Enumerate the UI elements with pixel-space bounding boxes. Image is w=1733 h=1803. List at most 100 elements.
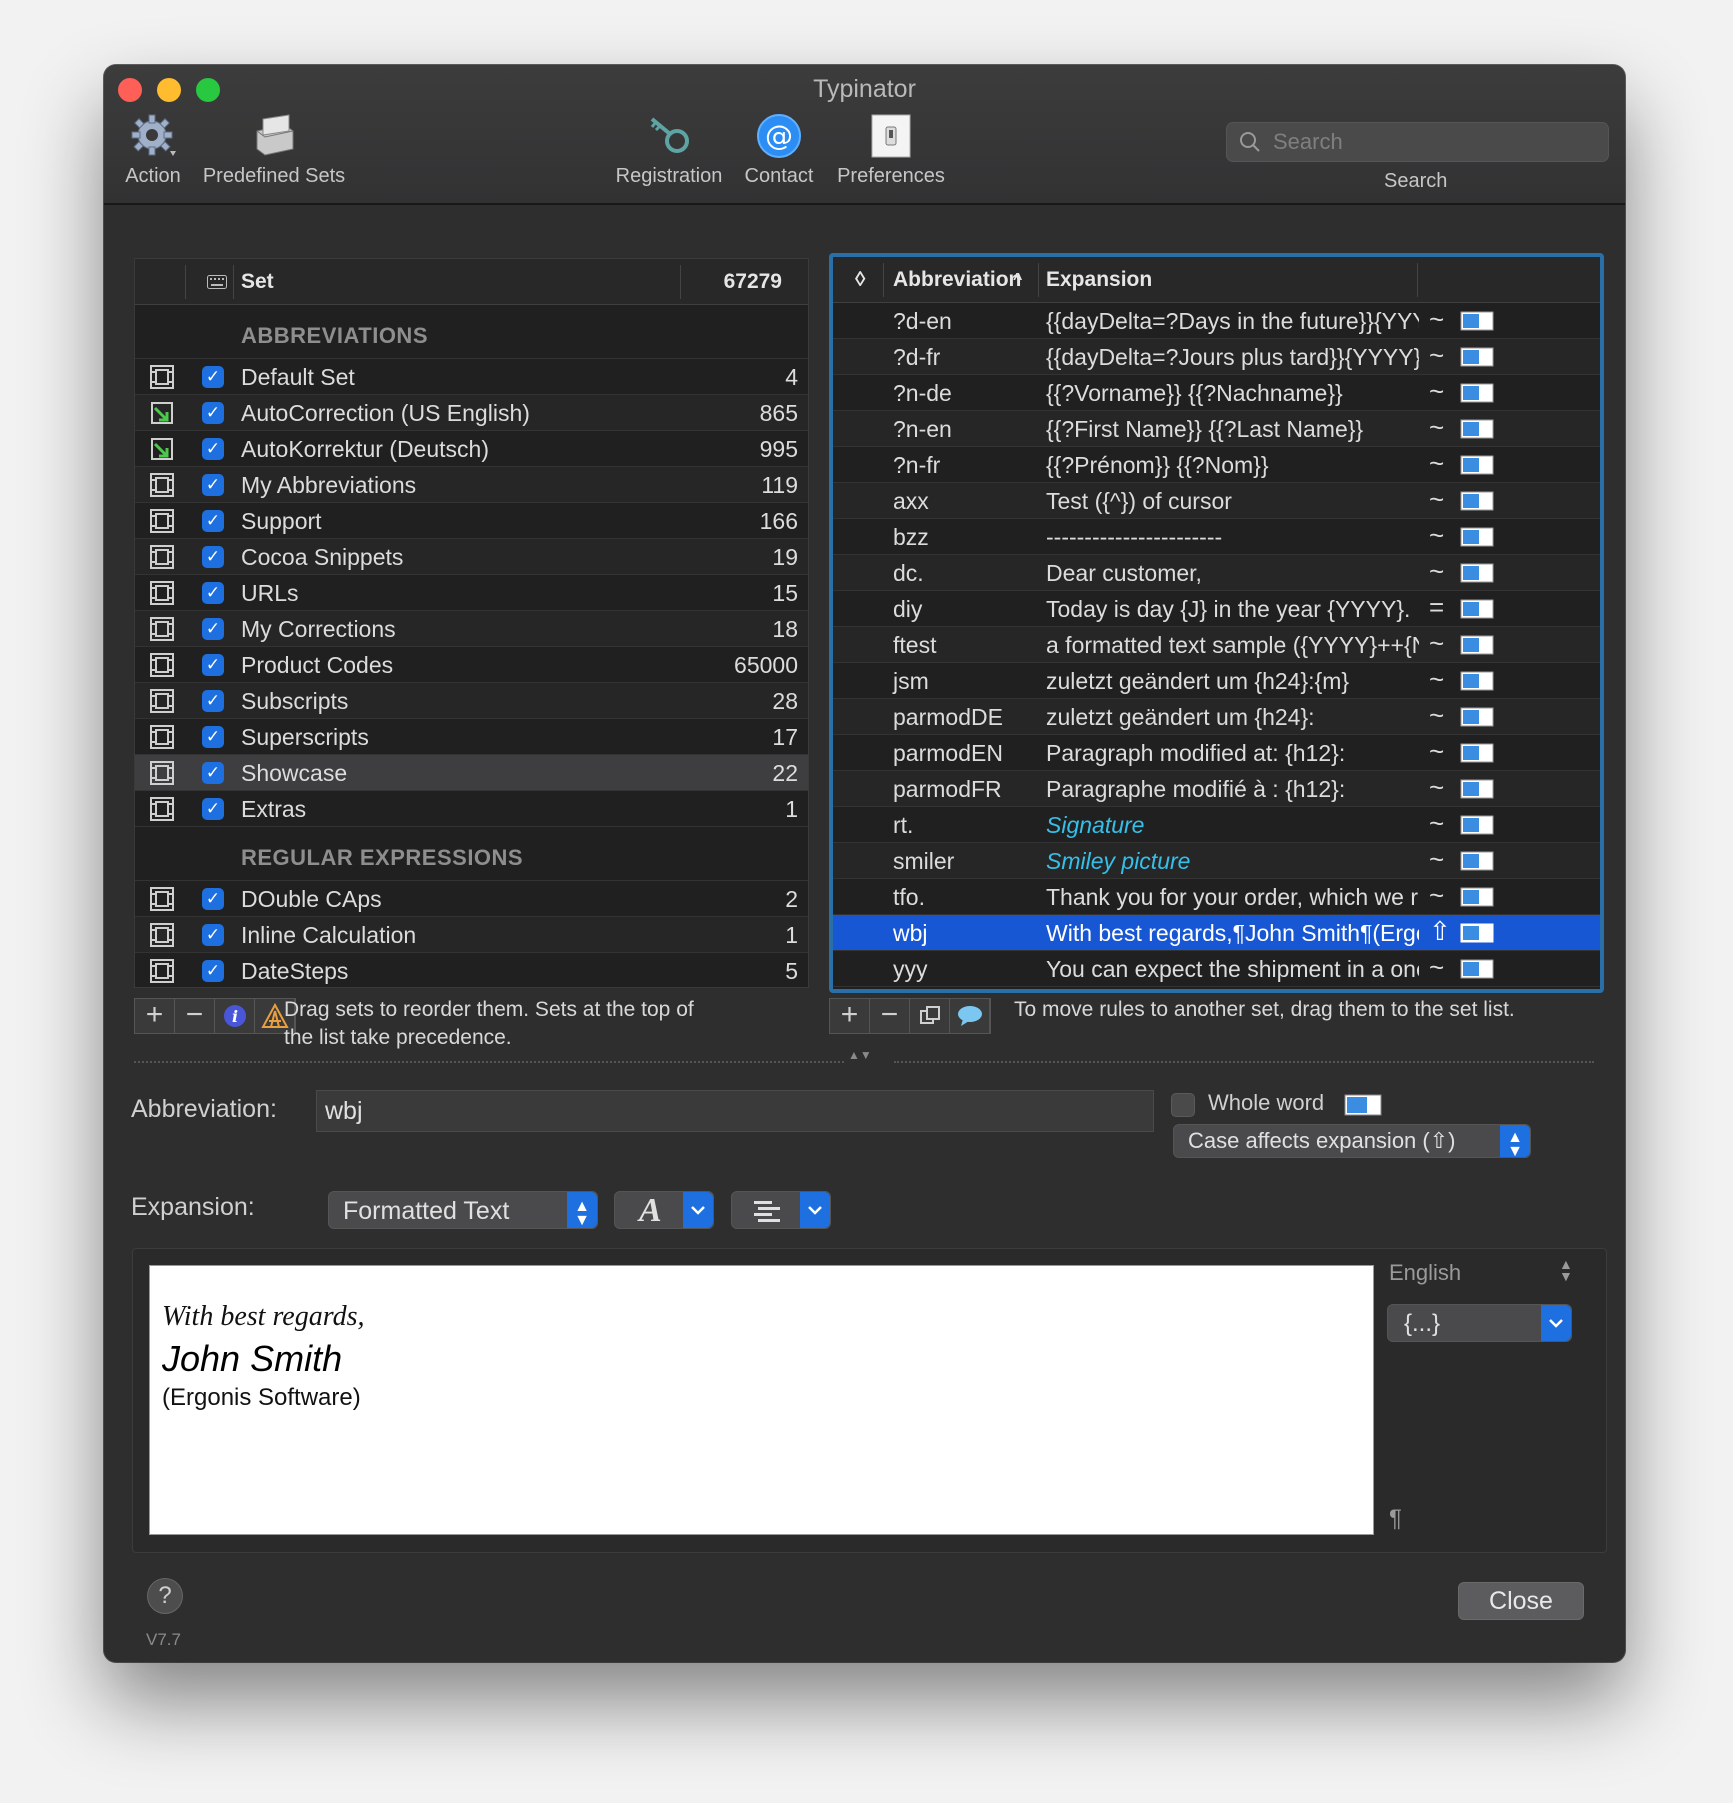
rule-row[interactable]: smiler Smiley picture ~ [833,843,1600,879]
expansion-type-popup[interactable]: Formatted Text ▲ ▼ [328,1191,598,1229]
case-mode-icon[interactable]: ~ [1429,736,1444,767]
set-enabled-checkbox[interactable]: ✓ [202,546,224,568]
whole-word-toggle-icon[interactable] [1460,779,1494,799]
whole-word-toggle-icon[interactable] [1460,923,1494,943]
set-enabled-checkbox[interactable]: ✓ [202,960,224,982]
case-mode-icon[interactable]: ~ [1429,412,1444,443]
add-rule-button[interactable]: + [830,999,870,1033]
set-enabled-checkbox[interactable]: ✓ [202,366,224,388]
whole-word-toggle-icon[interactable] [1460,419,1494,439]
case-mode-icon[interactable]: ~ [1429,484,1444,515]
expansion-editor[interactable]: With best regards, John Smith (Ergonis S… [149,1265,1374,1535]
rule-row[interactable]: tfo. Thank you for your order, which we r… [833,879,1600,915]
whole-word-toggle-icon[interactable] [1460,743,1494,763]
case-mode-icon[interactable]: ~ [1429,844,1444,875]
set-row[interactable]: ✓ Showcase 22 [135,755,808,791]
rules-list[interactable]: ◊ Abbreviation ^ Expansion ?d-en {{dayDel… [829,253,1604,993]
search-input[interactable]: Search [1226,122,1609,162]
set-enabled-checkbox[interactable]: ✓ [202,888,224,910]
alignment-popup[interactable] [731,1191,831,1229]
case-option-popup[interactable]: Case affects expansion (⇧) ▲ ▼ [1173,1124,1531,1160]
set-row[interactable]: ✓ Product Codes 65000 [135,647,808,683]
rule-row[interactable]: ?n-fr {{?Prénom}} {{?Nom}} ~ [833,447,1600,483]
set-row[interactable]: ✓ Default Set 4 [135,359,808,395]
set-enabled-checkbox[interactable]: ✓ [202,924,224,946]
set-info-button[interactable]: i [215,999,255,1033]
rule-row[interactable]: axx Test ({^}) of cursor ~ [833,483,1600,519]
rule-row[interactable]: ?d-en {{dayDelta=?Days in the future}}{YY… [833,303,1600,339]
registration-toolbar-button[interactable]: Registration [614,113,724,188]
insert-placeholder-popup[interactable]: {...} [1387,1304,1572,1342]
rule-row[interactable]: parmodDE zuletzt geändert um {h24}: ~ [833,699,1600,735]
case-mode-icon[interactable]: ~ [1429,376,1444,407]
contact-toolbar-button[interactable]: @ Contact [739,113,819,188]
set-row[interactable]: ✓ DateSteps 5 [135,953,808,987]
set-column-header[interactable]: Set [241,270,274,294]
whole-word-checkbox[interactable] [1171,1093,1195,1117]
sets-list[interactable]: Set 67279 ABBREVIATIONS ✓ Default Set 4 ✓ Au… [134,258,809,988]
close-button[interactable]: Close [1458,1582,1584,1620]
whole-word-toggle-icon[interactable] [1460,707,1494,727]
abbreviation-column-header[interactable]: Abbreviation [893,268,1021,292]
abbreviation-field[interactable]: wbj [316,1090,1154,1132]
whole-word-toggle-icon[interactable] [1460,563,1494,583]
whole-word-toggle-icon[interactable] [1460,383,1494,403]
set-enabled-checkbox[interactable]: ✓ [202,798,224,820]
font-popup[interactable]: A [614,1191,714,1229]
language-popup[interactable]: English ▲ ▼ [1389,1257,1573,1286]
whole-word-toggle-icon[interactable] [1460,815,1494,835]
set-total-count[interactable]: 67279 [724,270,782,294]
rule-row[interactable]: diy Today is day {J} in the year {YYYY}. = [833,591,1600,627]
splitter-handle-icon[interactable]: ▲▼ [848,1049,872,1061]
rule-row[interactable]: parmodEN Paragraph modified at: {h12}: ~ [833,735,1600,771]
duplicate-rule-button[interactable] [910,999,950,1033]
set-enabled-checkbox[interactable]: ✓ [202,474,224,496]
rule-row[interactable]: rt. Signature ~ [833,807,1600,843]
case-mode-icon[interactable]: ~ [1429,628,1444,659]
set-row[interactable]: ✓ My Corrections 18 [135,611,808,647]
set-row[interactable]: ✓ Support 166 [135,503,808,539]
rule-row[interactable]: ?d-fr {{dayDelta=?Jours plus tard}}{YYYY}… [833,339,1600,375]
whole-word-toggle-icon[interactable] [1460,959,1494,979]
whole-word-toggle-icon[interactable] [1460,887,1494,907]
rule-row[interactable]: jsm zuletzt geändert um {h24}:{m} ~ [833,663,1600,699]
set-row[interactable]: ✓ My Abbreviations 119 [135,467,808,503]
rule-comment-button[interactable] [950,999,990,1033]
whole-word-toggle-icon[interactable] [1460,491,1494,511]
set-row[interactable]: ✓ Cocoa Snippets 19 [135,539,808,575]
expansion-column-header[interactable]: Expansion [1046,268,1152,292]
set-enabled-checkbox[interactable]: ✓ [202,690,224,712]
action-toolbar-button[interactable]: Action [118,113,188,188]
whole-word-toggle-icon[interactable] [1460,851,1494,871]
set-row[interactable]: ✓ URLs 15 [135,575,808,611]
set-row[interactable]: ✓ AutoCorrection (US English) 865 [135,395,808,431]
set-enabled-checkbox[interactable]: ✓ [202,654,224,676]
marker-column-header[interactable]: ◊ [855,268,865,292]
set-enabled-checkbox[interactable]: ✓ [202,618,224,640]
add-set-button[interactable]: + [135,999,175,1033]
case-mode-icon[interactable]: ⇧ [1429,916,1451,947]
case-mode-icon[interactable]: ~ [1429,340,1444,371]
case-mode-icon[interactable]: ~ [1429,664,1444,695]
rule-row[interactable]: ?n-en {{?First Name}} {{?Last Name}} ~ [833,411,1600,447]
set-enabled-checkbox[interactable]: ✓ [202,726,224,748]
set-enabled-checkbox[interactable]: ✓ [202,402,224,424]
case-mode-icon[interactable]: ~ [1429,304,1444,335]
remove-rule-button[interactable]: − [870,999,910,1033]
remove-set-button[interactable]: − [175,999,215,1033]
case-mode-icon[interactable]: ~ [1429,808,1444,839]
whole-word-toggle-icon[interactable] [1460,311,1494,331]
predefined-sets-toolbar-button[interactable]: Predefined Sets [194,113,354,188]
set-enabled-checkbox[interactable]: ✓ [202,582,224,604]
set-row[interactable]: ✓ AutoKorrektur (Deutsch) 995 [135,431,808,467]
show-invisibles-button[interactable]: ¶ [1389,1505,1402,1533]
help-button[interactable]: ? [147,1578,183,1614]
case-mode-icon[interactable]: ~ [1429,520,1444,551]
whole-word-toggle-icon[interactable] [1460,599,1494,619]
whole-word-toggle-icon[interactable] [1460,671,1494,691]
whole-word-toggle-icon[interactable] [1460,347,1494,367]
whole-word-toggle-icon[interactable] [1460,527,1494,547]
set-row[interactable]: ✓ Subscripts 28 [135,683,808,719]
rule-row[interactable]: ?n-de {{?Vorname}} {{?Nachname}} ~ [833,375,1600,411]
rule-row[interactable]: dc. Dear customer, ~ [833,555,1600,591]
